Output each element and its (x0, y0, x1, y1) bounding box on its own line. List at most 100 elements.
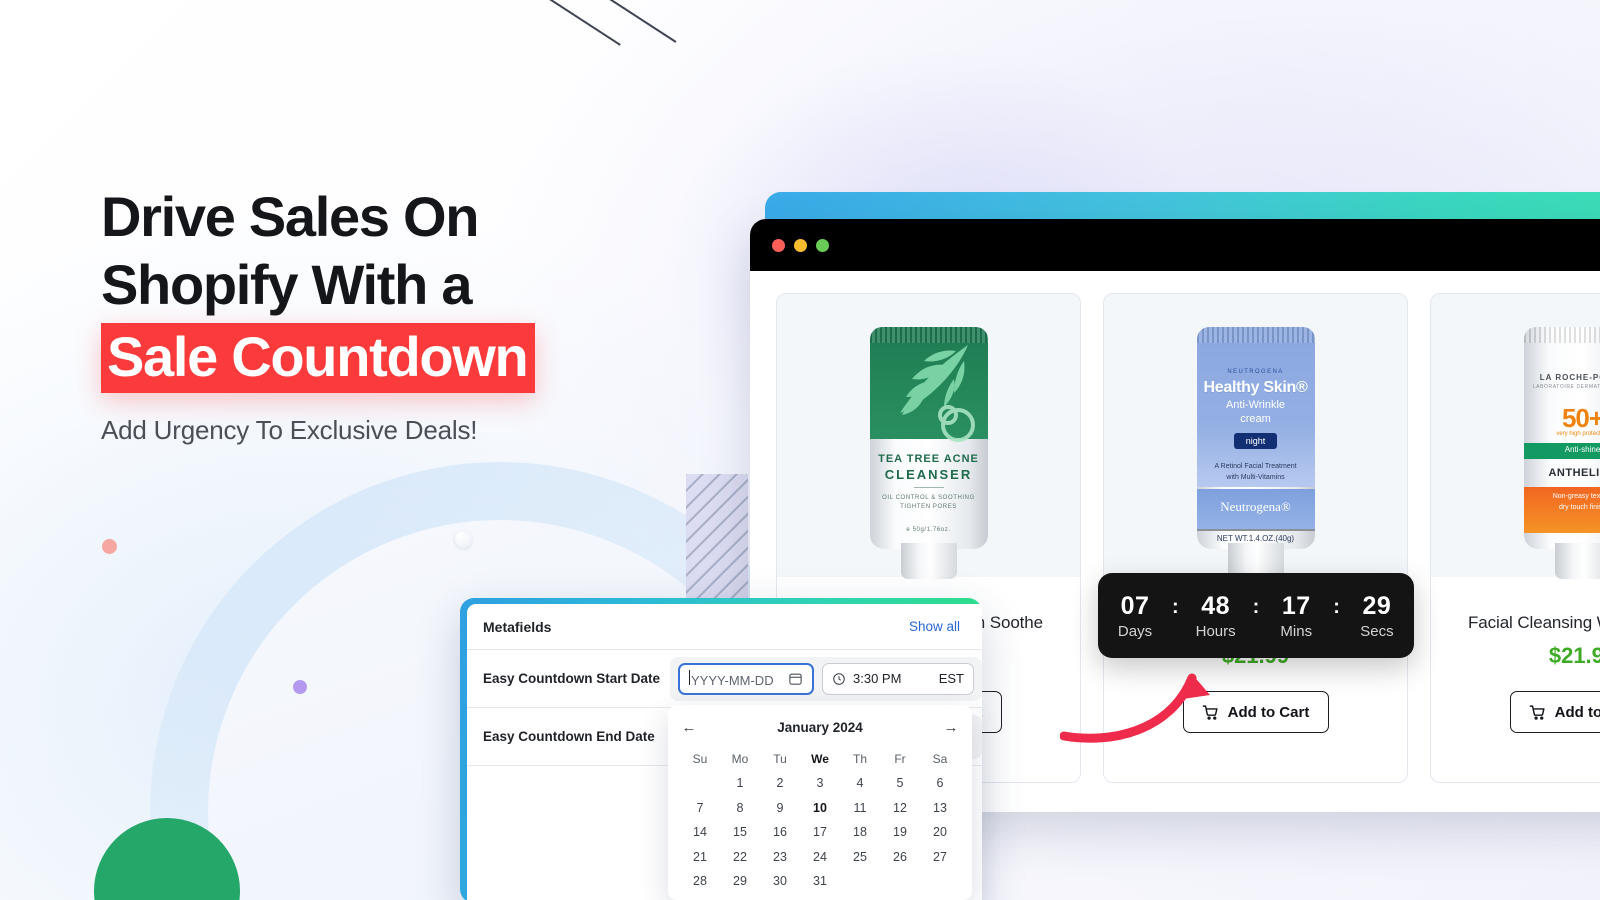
calendar-dow-mo: Mo (731, 752, 749, 766)
countdown-unit-mins: 17 Mins (1269, 592, 1323, 640)
calendar-day[interactable]: 17 (800, 820, 840, 844)
calendar-icon (789, 673, 802, 685)
countdown-secs-label: Secs (1360, 622, 1394, 640)
calendar-day[interactable]: 15 (720, 820, 760, 844)
start-date-field-group: YYYY-MM-DD 3:30 PM EST (670, 656, 982, 701)
calendar-day[interactable]: 23 (760, 845, 800, 869)
calendar-day[interactable]: 28 (680, 869, 720, 893)
decor-hatch-pattern (686, 474, 748, 600)
calendar-day[interactable]: 16 (760, 820, 800, 844)
tube-title-1: TEA TREE ACNE (878, 453, 979, 465)
tube-sub-2: dry touch finish (1558, 504, 1600, 511)
calendar-day[interactable]: 8 (720, 796, 760, 820)
calendar-day-selected[interactable]: 10 (800, 796, 840, 820)
calendar-day[interactable]: 5 (880, 771, 920, 795)
calendar-day[interactable]: 1 (720, 771, 760, 795)
product-image-neutrogena: NEUTROGENA Healthy Skin® Anti-Wrinkle cr… (1104, 294, 1407, 579)
tube-brand: NEUTROGENA (1227, 369, 1284, 375)
calendar-day[interactable]: 20 (920, 820, 960, 844)
add-to-cart-label: Add to Cart (1554, 703, 1600, 721)
calendar-day[interactable]: 19 (880, 820, 920, 844)
calendar-day[interactable]: 25 (840, 845, 880, 869)
calendar-day[interactable]: 14 (680, 820, 720, 844)
product-price: $21.99 (1548, 643, 1600, 668)
countdown-mins-label: Mins (1280, 622, 1313, 640)
calendar-day[interactable]: 9 (760, 796, 800, 820)
tube-band-label: Anti-shine (1564, 445, 1600, 454)
next-month-button[interactable]: → (942, 719, 960, 736)
calendar-day[interactable]: 26 (880, 845, 920, 869)
countdown-separator: : (1333, 596, 1340, 618)
countdown-hours-value: 48 (1201, 591, 1231, 620)
calendar-day[interactable]: 4 (840, 771, 880, 795)
countdown-separator: : (1171, 596, 1179, 618)
tube-sub-brand: LABORATOIRE DERMATOLOGIQUE (1532, 384, 1600, 390)
tube-net-weight: e 50g/1.76oz. (906, 527, 951, 533)
calendar-day[interactable]: 13 (920, 796, 960, 820)
leaf-icon (899, 345, 975, 442)
calendar-day[interactable] (840, 869, 880, 893)
calendar-day[interactable]: 21 (680, 845, 720, 869)
add-to-cart-button[interactable]: Add to Cart (1509, 691, 1600, 733)
metafield-label: Easy Countdown Start Date (483, 671, 661, 686)
tube-artwork: LA ROCHE-POSAY LABORATOIRE DERMATOLOGIQU… (1523, 327, 1600, 579)
calendar-day[interactable] (920, 869, 960, 893)
calendar-day[interactable]: 24 (800, 845, 840, 869)
calendar-header: ← January 2024 → (680, 715, 960, 739)
decor-pink-dot (102, 539, 117, 554)
countdown-unit-secs: 29 Secs (1350, 592, 1404, 640)
tube-net-weight: NET WT.1.4.OZ.(40g) (1216, 534, 1295, 543)
tube-spf: 50+ (1561, 403, 1600, 433)
calendar-day[interactable]: 29 (720, 869, 760, 893)
metafield-label: Easy Countdown End Date (483, 729, 655, 744)
calendar-day[interactable] (680, 771, 720, 795)
page-title: Drive Sales On Shopify With a Sale Count… (101, 183, 721, 393)
calendar-day[interactable]: 3 (800, 771, 840, 795)
countdown-mins-value: 17 (1281, 591, 1311, 620)
calendar-day[interactable]: 27 (920, 845, 960, 869)
prev-month-button[interactable]: ← (680, 719, 698, 736)
tube-spf-note: very high protection (1556, 431, 1600, 437)
calendar-day[interactable]: 18 (840, 820, 880, 844)
tube-title-3: cream (1240, 413, 1271, 425)
tube-sub-1: OIL CONTROL & SOOTHING (882, 495, 975, 501)
tube-artwork: TEA TREE ACNE CLEANSER OIL CONTROL & SOO… (869, 327, 988, 579)
tube-brand: LA ROCHE-POSAY (1539, 373, 1600, 382)
product-image-la-roche: LA ROCHE-POSAY LABORATOIRE DERMATOLOGIQU… (1431, 294, 1600, 579)
start-time-value: 3:30 PM (853, 671, 902, 686)
tube-title-2: CLEANSER (884, 467, 973, 482)
calendar-day[interactable]: 12 (880, 796, 920, 820)
calendar-day[interactable]: 7 (680, 796, 720, 820)
metafields-title: Metafields (483, 618, 552, 635)
start-timezone: EST (938, 671, 964, 686)
calendar-day[interactable] (880, 869, 920, 893)
tube-title-2: Anti-Wrinkle (1225, 399, 1286, 411)
product-card[interactable]: LA ROCHE-POSAY LABORATOIRE DERMATOLOGIQU… (1430, 293, 1600, 783)
calendar-day[interactable]: 22 (720, 845, 760, 869)
tube-footer-brand: Neutrogena® (1220, 499, 1291, 514)
decor-diagonal-lines (500, 0, 677, 50)
calendar-grid: Su Mo Tu We Th Fr Sa 1 2 3 4 5 6 7 8 9 1… (680, 747, 960, 893)
annotation-arrow-icon (1060, 673, 1210, 743)
tube-sub-1: Non-greasy texture (1552, 493, 1600, 500)
tube-artwork: NEUTROGENA Healthy Skin® Anti-Wrinkle cr… (1196, 327, 1315, 579)
calendar-day[interactable]: 6 (920, 771, 960, 795)
start-time-input[interactable]: 3:30 PM EST (822, 662, 974, 695)
show-all-link[interactable]: Show all (909, 619, 960, 634)
maximize-icon[interactable] (816, 238, 829, 252)
countdown-hours-label: Hours (1195, 622, 1236, 640)
tube-night-chip: night (1233, 433, 1278, 449)
date-picker-popover: ← January 2024 → Su Mo Tu We Th Fr Sa 1 … (668, 705, 972, 900)
close-icon[interactable] (772, 238, 785, 252)
headline-highlight: Sale Countdown (101, 323, 536, 393)
clock-icon (833, 672, 845, 685)
start-date-input[interactable]: YYYY-MM-DD (678, 662, 814, 695)
cart-icon (1529, 704, 1545, 720)
calendar-day[interactable]: 11 (840, 796, 880, 820)
calendar-day[interactable]: 2 (760, 771, 800, 795)
hero-subhead: Add Urgency To Exclusive Deals! (101, 415, 478, 445)
minimize-icon[interactable] (794, 238, 807, 252)
tube-title-1: ANTHELIOS (1548, 467, 1600, 479)
calendar-day[interactable]: 30 (760, 869, 800, 893)
calendar-day[interactable]: 31 (800, 869, 840, 893)
